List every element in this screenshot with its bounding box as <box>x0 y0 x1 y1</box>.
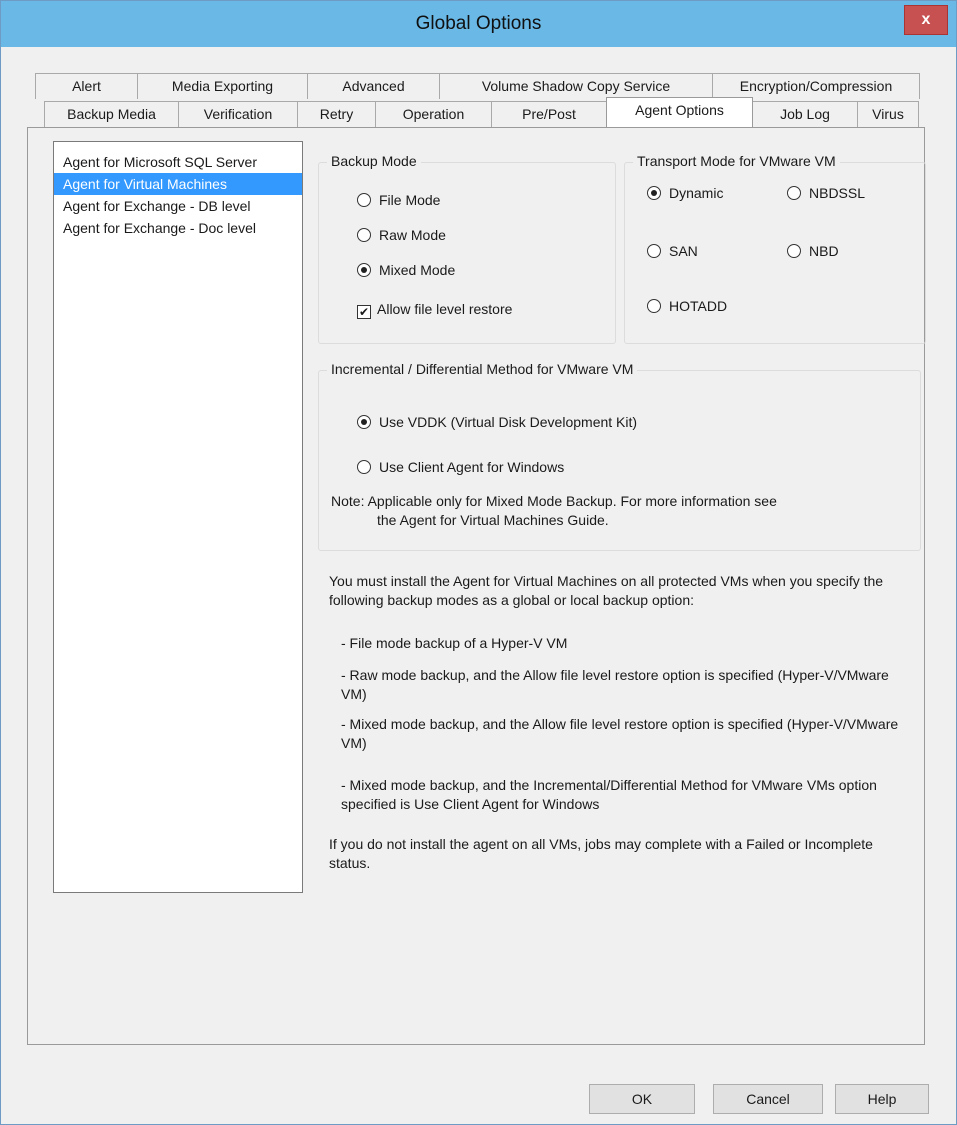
checkmark-icon: ✔ <box>357 305 371 319</box>
info-footer: If you do not install the agent on all V… <box>329 836 873 871</box>
incremental-note: Note: Applicable only for Mixed Mode Bac… <box>331 492 911 530</box>
radio-file-mode[interactable]: File Mode <box>357 191 440 209</box>
tab-alert[interactable]: Alert <box>35 73 138 99</box>
tab-backup-media[interactable]: Backup Media <box>44 101 179 127</box>
tab-virus[interactable]: Virus <box>857 101 919 127</box>
agent-item-exchange-doc[interactable]: Agent for Exchange - Doc level <box>54 217 302 239</box>
radio-circle-selected <box>647 186 661 200</box>
radio-circle <box>357 460 371 474</box>
radio-circle <box>647 299 661 313</box>
incremental-method-label: Incremental / Differential Method for VM… <box>327 361 638 377</box>
transport-mode-label: Transport Mode for VMware VM <box>633 153 840 169</box>
radio-nbdssl[interactable]: NBDSSL <box>787 184 865 202</box>
agent-list[interactable]: Agent for Microsoft SQL Server Agent for… <box>53 141 303 893</box>
info-bullet-2: - Raw mode backup, and the Allow file le… <box>341 667 889 702</box>
tab-pre-post[interactable]: Pre/Post <box>491 101 607 127</box>
global-options-window: Global Options x Alert Media Exporting A… <box>0 0 957 1125</box>
agent-item-exchange-db[interactable]: Agent for Exchange - DB level <box>54 195 302 217</box>
radio-circle <box>357 193 371 207</box>
allow-file-level-restore-checkbox[interactable]: ✔ Allow file level restore <box>357 300 512 319</box>
tab-job-log[interactable]: Job Log <box>752 101 858 127</box>
ok-button[interactable]: OK <box>589 1084 695 1114</box>
tab-retry[interactable]: Retry <box>297 101 376 127</box>
radio-dynamic[interactable]: Dynamic <box>647 184 723 202</box>
radio-use-client-agent[interactable]: Use Client Agent for Windows <box>357 458 564 476</box>
radio-san[interactable]: SAN <box>647 242 698 260</box>
radio-raw-mode[interactable]: Raw Mode <box>357 226 446 244</box>
radio-use-vddk[interactable]: Use VDDK (Virtual Disk Development Kit) <box>357 413 637 431</box>
info-bullet-3: - Mixed mode backup, and the Allow file … <box>341 716 899 751</box>
cancel-button[interactable]: Cancel <box>713 1084 823 1114</box>
tab-agent-options[interactable]: Agent Options <box>606 97 753 127</box>
note-line-2: the Agent for Virtual Machines Guide. <box>377 512 609 528</box>
title-bar: Global Options x <box>1 1 956 47</box>
note-line-1: Note: Applicable only for Mixed Mode Bac… <box>331 493 777 509</box>
backup-mode-label: Backup Mode <box>327 153 421 169</box>
radio-circle <box>647 244 661 258</box>
info-bullet-4: - Mixed mode backup, and the Incremental… <box>341 777 877 812</box>
tab-verification[interactable]: Verification <box>178 101 298 127</box>
help-button[interactable]: Help <box>835 1084 929 1114</box>
info-intro: You must install the Agent for Virtual M… <box>329 573 884 608</box>
radio-circle <box>787 186 801 200</box>
window-title: Global Options <box>415 13 542 34</box>
tab-volume-shadow-copy-service[interactable]: Volume Shadow Copy Service <box>439 73 713 99</box>
tab-media-exporting[interactable]: Media Exporting <box>137 73 308 99</box>
info-bullet-1: - File mode backup of a Hyper-V VM <box>341 635 568 651</box>
radio-hotadd[interactable]: HOTADD <box>647 297 727 315</box>
radio-mixed-mode[interactable]: Mixed Mode <box>357 261 455 279</box>
agent-item-sql-server[interactable]: Agent for Microsoft SQL Server <box>54 151 302 173</box>
tab-advanced[interactable]: Advanced <box>307 73 440 99</box>
tab-encryption-compression[interactable]: Encryption/Compression <box>712 73 920 99</box>
agent-item-virtual-machines[interactable]: Agent for Virtual Machines <box>54 173 302 195</box>
close-button[interactable]: x <box>904 5 948 35</box>
radio-circle <box>787 244 801 258</box>
radio-circle-selected <box>357 415 371 429</box>
radio-nbd[interactable]: NBD <box>787 242 839 260</box>
radio-circle <box>357 228 371 242</box>
radio-circle-selected <box>357 263 371 277</box>
tab-operation[interactable]: Operation <box>375 101 492 127</box>
